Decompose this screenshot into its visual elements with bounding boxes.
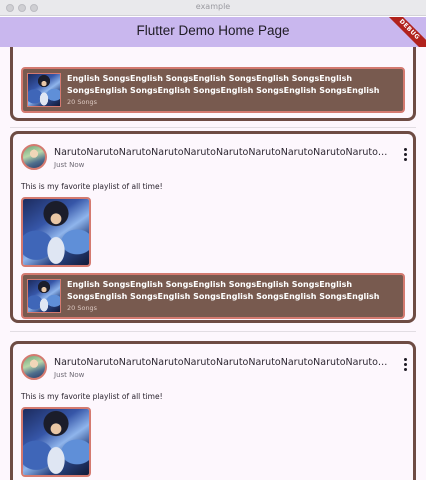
post-header: NarutoNarutoNarutoNarutoNarutoNarutoNaru… — [21, 144, 409, 174]
window-titlebar: example — [0, 0, 426, 16]
post-text: This is my favorite playlist of all time… — [21, 182, 163, 191]
post-header: NarutoNarutoNarutoNarutoNarutoNarutoNaru… — [21, 354, 409, 384]
playlist-tile[interactable]: English SongsEnglish SongsEnglish SongsE… — [21, 67, 405, 113]
playlist-song-count: 20 Songs — [67, 304, 98, 312]
playlist-song-count: 20 Songs — [67, 98, 98, 106]
post-username[interactable]: NarutoNarutoNarutoNarutoNarutoNarutoNaru… — [54, 357, 390, 368]
avatar[interactable] — [21, 144, 47, 170]
playlist-cover-image — [27, 73, 61, 107]
divider — [10, 127, 416, 128]
post-card: NarutoNarutoNarutoNarutoNarutoNarutoNaru… — [10, 131, 416, 323]
playlist-title: English SongsEnglish SongsEnglish SongsE… — [67, 74, 380, 95]
avatar[interactable] — [21, 354, 47, 380]
divider — [10, 331, 416, 332]
playlist-cover-image — [27, 279, 61, 313]
post-image[interactable] — [21, 197, 91, 267]
post-card: English SongsEnglish SongsEnglish SongsE… — [10, 47, 416, 121]
page-title: Flutter Demo Home Page — [136, 23, 290, 38]
playlist-tile[interactable]: English SongsEnglish SongsEnglish SongsE… — [21, 273, 405, 319]
post-timestamp: Just Now — [54, 371, 85, 379]
more-vert-icon[interactable] — [401, 358, 409, 372]
post-username[interactable]: NarutoNarutoNarutoNarutoNarutoNarutoNaru… — [54, 147, 390, 158]
post-card: NarutoNarutoNarutoNarutoNarutoNarutoNaru… — [10, 341, 416, 480]
playlist-title: English SongsEnglish SongsEnglish SongsE… — [67, 280, 380, 301]
post-image[interactable] — [21, 407, 91, 477]
post-text: This is my favorite playlist of all time… — [21, 392, 163, 401]
feed-list[interactable]: English SongsEnglish SongsEnglish SongsE… — [0, 47, 426, 480]
app-bar: Flutter Demo Home Page DEBUG — [0, 17, 426, 47]
more-vert-icon[interactable] — [401, 148, 409, 162]
post-timestamp: Just Now — [54, 161, 85, 169]
window-title: example — [195, 2, 231, 11]
